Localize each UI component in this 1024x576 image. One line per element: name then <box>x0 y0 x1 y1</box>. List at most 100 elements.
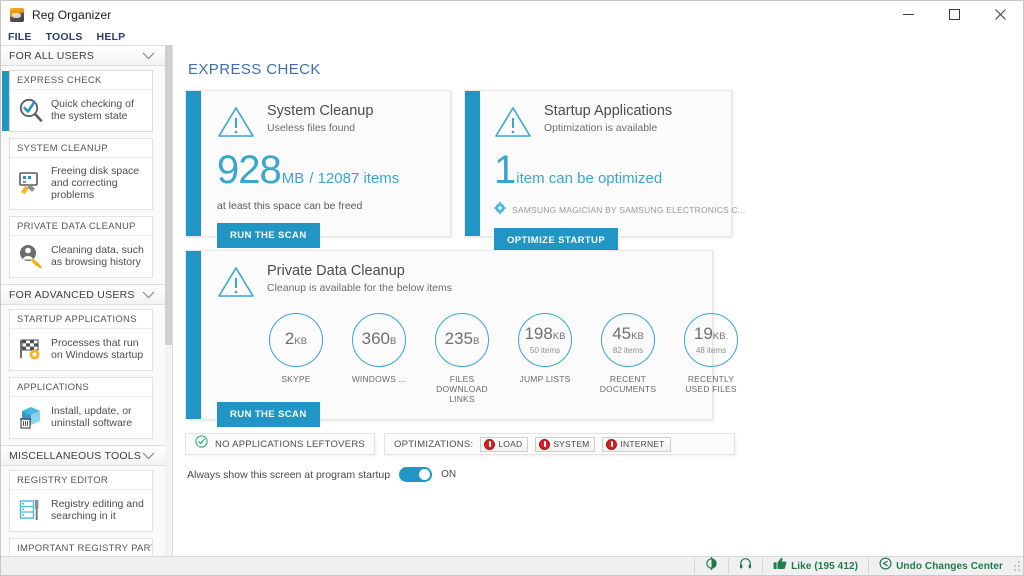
sidebar-item-caption: STARTUP APPLICATIONS <box>10 310 152 329</box>
sidebar-item-description: Registry editing and searching in it <box>51 498 146 522</box>
sidebar-item-private-data-cleanup[interactable]: PRIVATE DATA CLEANUP Cleaning data, <box>9 216 153 278</box>
optimization-badge-label: INTERNET <box>620 439 664 449</box>
menu-tools[interactable]: TOOLS <box>46 31 83 43</box>
cleanup-category-circle: 19KB. 48 items <box>684 313 738 367</box>
sidebar-item-applications[interactable]: APPLICATIONS <box>9 377 153 439</box>
title-bar: Reg Organizer <box>1 1 1023 28</box>
leftovers-strip[interactable]: NO APPLICATIONS LEFTOVERS <box>185 433 375 455</box>
sidebar-item-system-cleanup[interactable]: SYSTEM CLEANUP Freeing disk space an <box>9 138 153 210</box>
cleanup-value: 235 <box>445 329 473 348</box>
status-like-item[interactable]: Like (195 412) <box>767 558 864 575</box>
status-separator <box>868 558 869 574</box>
card-note: at least this space can be freed <box>217 200 436 212</box>
cleanup-unit: B <box>473 336 479 347</box>
status-undo-center-item[interactable]: Undo Changes Center <box>873 558 1009 575</box>
cleanup-category[interactable]: 360B WINDOWS ... <box>348 313 410 404</box>
status-separator <box>728 558 729 574</box>
optimization-badge-label: LOAD <box>498 439 522 449</box>
run-the-scan-button-private[interactable]: RUN THE SCAN <box>217 402 320 427</box>
startup-toggle-label: Always show this screen at program start… <box>187 469 390 481</box>
cleanup-category[interactable]: 2KB SKYPE <box>265 313 327 404</box>
optimization-badge-internet[interactable]: INTERNET <box>602 437 670 452</box>
card-metric-value: 1 <box>494 151 515 189</box>
cleanup-unit: KB <box>553 331 566 342</box>
contrast-icon <box>705 557 718 575</box>
card-metric-rest: / 12087 items <box>309 170 399 187</box>
chevron-down-icon <box>142 447 155 465</box>
cleanup-categories: 2KB SKYPE 360B WINDOWS ... <box>265 313 742 404</box>
startup-toggle[interactable] <box>399 467 432 482</box>
card-metric-unit: MB <box>282 170 305 187</box>
status-support-item[interactable] <box>733 558 758 575</box>
sidebar-item-caption: REGISTRY EDITOR <box>10 471 152 490</box>
cleanup-category[interactable]: 198KB 50 items JUMP LISTS <box>514 313 576 404</box>
package-trash-icon <box>18 404 44 430</box>
alert-power-icon <box>539 439 550 450</box>
optimization-badge-load[interactable]: LOAD <box>480 437 528 452</box>
minimize-button[interactable] <box>885 1 931 28</box>
sidebar-item-important-registry-parts[interactable]: IMPORTANT REGISTRY PARTS <box>9 538 153 556</box>
status-contrast-item[interactable] <box>699 558 724 575</box>
sidebar-scrollbar-thumb[interactable] <box>165 45 172 345</box>
sidebar-group-for-advanced-users[interactable]: FOR ADVANCED USERS <box>1 284 165 305</box>
cleanup-label: RECENT DOCUMENTS <box>597 374 659 394</box>
main-content: EXPRESS CHECK <box>173 45 1023 556</box>
card-accent-stripe <box>186 251 201 419</box>
card-subtitle: Optimization is available <box>544 122 672 134</box>
sidebar-group-miscellaneous-tools[interactable]: MISCELLANEOUS TOOLS <box>1 445 165 466</box>
cleanup-category[interactable]: 235B FILES DOWNLOAD LINKS <box>431 313 493 404</box>
close-button[interactable] <box>977 1 1023 28</box>
maximize-button[interactable] <box>931 1 977 28</box>
sidebar-item-startup-applications[interactable]: STARTUP APPLICATIONS <box>9 309 153 371</box>
monitor-broom-icon <box>18 170 44 196</box>
cleanup-category[interactable]: 19KB. 48 items RECENTLY USED FILES <box>680 313 742 404</box>
card-subtitle: Cleanup is available for the below items <box>267 282 452 294</box>
optimization-badge-label: SYSTEM <box>553 439 589 449</box>
thumbs-up-icon <box>773 557 787 575</box>
person-broom-icon <box>18 243 44 269</box>
cleanup-unit: KB. <box>713 331 728 342</box>
startup-detail-row: SAMSUNG MAGICIAN BY SAMSUNG ELECTRONICS … <box>494 201 745 219</box>
sidebar-group-label: FOR ADVANCED USERS <box>9 289 135 301</box>
cleanup-label: WINDOWS ... <box>352 374 407 384</box>
card-metric: 928MB/ 12087 items <box>217 151 436 189</box>
warning-triangle-icon <box>217 265 255 299</box>
card-metric: 1item can be optimized <box>494 151 745 189</box>
sidebar-group-for-all-users[interactable]: FOR ALL USERS <box>1 45 165 66</box>
card-accent-stripe <box>186 91 201 236</box>
status-undo-center-label: Undo Changes Center <box>896 561 1003 572</box>
window-title: Reg Organizer <box>32 8 111 22</box>
sidebar-item-caption: SYSTEM CLEANUP <box>10 139 152 158</box>
cleanup-category[interactable]: 45KB 82 items RECENT DOCUMENTS <box>597 313 659 404</box>
optimizations-strip: OPTIMIZATIONS: LOAD SYSTEM INTERNET <box>384 433 735 455</box>
window-controls <box>885 1 1023 28</box>
cleanup-category-circle: 45KB 82 items <box>601 313 655 367</box>
sidebar: FOR ALL USERS EXPRESS CHECK <box>1 45 173 556</box>
cleanup-unit: KB <box>631 331 644 342</box>
sidebar-item-caption: APPLICATIONS <box>10 378 152 397</box>
optimization-badge-system[interactable]: SYSTEM <box>535 437 595 452</box>
sidebar-item-description: Quick checking of the system state <box>51 98 146 122</box>
cleanup-items: 82 items <box>613 346 643 355</box>
status-separator <box>762 558 763 574</box>
menu-bar: FILE TOOLS HELP <box>1 28 1023 45</box>
warning-triangle-icon <box>217 105 255 139</box>
cleanup-label: FILES DOWNLOAD LINKS <box>431 374 493 404</box>
menu-file[interactable]: FILE <box>8 31 32 43</box>
run-the-scan-button[interactable]: RUN THE SCAN <box>217 223 320 248</box>
sidebar-item-description: Freeing disk space and correcting proble… <box>51 165 146 201</box>
cards-row: System Cleanup Useless files found 928MB… <box>185 90 1009 237</box>
status-like-label: Like (195 412) <box>791 561 858 572</box>
cleanup-label: JUMP LISTS <box>520 374 571 384</box>
menu-help[interactable]: HELP <box>97 31 126 43</box>
sidebar-item-express-check[interactable]: EXPRESS CHECK Quick checking of the syst… <box>9 70 153 132</box>
sidebar-group-label: MISCELLANEOUS TOOLS <box>9 450 141 462</box>
flag-gear-icon <box>18 336 44 362</box>
cleanup-value: 198 <box>524 324 552 343</box>
sidebar-scrollbar[interactable] <box>165 45 172 556</box>
sidebar-item-registry-editor[interactable]: REGISTRY EDITOR Reg <box>9 470 153 532</box>
resize-grip[interactable] <box>1009 560 1021 572</box>
cleanup-label: RECENTLY USED FILES <box>680 374 742 394</box>
status-bar: Like (195 412) Undo Changes Center <box>1 556 1023 575</box>
cleanup-label: SKYPE <box>281 374 310 384</box>
